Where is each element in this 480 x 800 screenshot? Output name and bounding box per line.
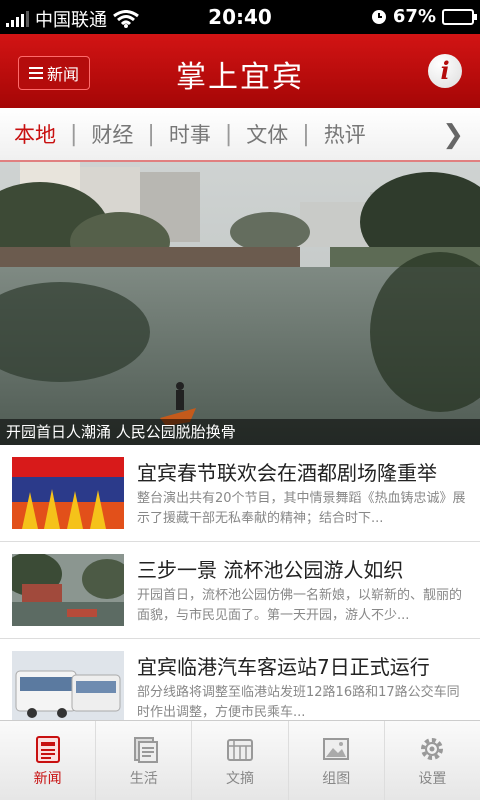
nav-news[interactable]: 新闻	[0, 721, 97, 800]
gear-icon	[421, 737, 444, 760]
tab-local[interactable]: 本地	[12, 119, 58, 149]
nav-settings[interactable]: 设置	[385, 721, 480, 800]
status-right: 67%	[371, 6, 477, 27]
news-item[interactable]: 三步一景 流杯池公园游人如织 开园首日，流杯池公园仿佛一名新娘，以崭新的、靓丽的…	[0, 542, 480, 639]
nav-label: 生活	[129, 770, 158, 787]
tab-separator: |	[147, 121, 155, 147]
tab-commentary[interactable]: 热评	[322, 119, 368, 149]
life-icon	[133, 736, 158, 763]
nav-life[interactable]: 生活	[96, 721, 193, 800]
news-summary: 整台演出共有20个节目，其中情景舞蹈《热血铸忠诚》展示了援藏干部无私奉献的精神；…	[137, 491, 466, 526]
nav-label: 新闻	[33, 770, 62, 787]
news-title: 宜宾临港汽车客运站7日正式运行	[137, 655, 430, 679]
hero-caption: 开园首日人潮涌 人民公园脱胎换骨	[0, 419, 480, 445]
info-icon[interactable]: i	[428, 54, 462, 88]
nav-label: 设置	[418, 770, 447, 787]
news-summary: 部分线路将调整至临港站发班12路16路和17路公交车同时作出调整，方便市民乘车.…	[137, 685, 460, 720]
news-thumbnail	[12, 457, 124, 529]
app-title: 掌上宜宾	[176, 60, 304, 95]
battery-icon	[442, 8, 477, 25]
nav-digest[interactable]: 文摘	[192, 721, 289, 800]
news-item[interactable]: 宜宾春节联欢会在酒都剧场隆重举 整台演出共有20个节目，其中情景舞蹈《热血铸忠诚…	[0, 445, 480, 542]
tab-current-affairs[interactable]: 时事	[167, 119, 213, 149]
hero-image	[0, 162, 480, 445]
app-header: 新闻 掌上宜宾 i	[0, 34, 480, 108]
alarm-lock-icon	[371, 9, 386, 24]
news-thumbnail	[12, 651, 124, 720]
chevron-right-icon[interactable]: ❯	[442, 120, 464, 150]
tab-separator: |	[302, 121, 310, 147]
battery-percent: 67%	[392, 6, 436, 27]
nav-label: 组图	[322, 770, 351, 787]
tab-separator: |	[70, 121, 78, 147]
news-summary: 开园首日，流杯池公园仿佛一名新娘，以崭新的、靓丽的面貌，与市民见面了。第一天开园…	[137, 588, 463, 623]
news-list: 宜宾春节联欢会在酒都剧场隆重举 整台演出共有20个节目，其中情景舞蹈《热血铸忠诚…	[0, 445, 480, 720]
category-tabs: 本地 | 财经 | 时事 | 文体 | 热评 ❯	[0, 108, 480, 162]
bottom-nav: 新闻 生活 文摘 组图 设置	[0, 720, 480, 800]
digest-icon	[227, 738, 253, 761]
news-title: 宜宾春节联欢会在酒都剧场隆重举	[137, 461, 437, 485]
tab-culture-sports[interactable]: 文体	[244, 119, 290, 149]
news-thumbnail	[12, 554, 124, 626]
status-bar: 中国联通 20:40 67%	[0, 0, 480, 34]
nav-label: 文摘	[226, 770, 254, 787]
news-item[interactable]: 宜宾临港汽车客运站7日正式运行 部分线路将调整至临港站发班12路16路和17路公…	[0, 639, 480, 720]
nav-gallery[interactable]: 组图	[289, 721, 385, 800]
tab-finance[interactable]: 财经	[89, 119, 135, 149]
hero-banner[interactable]: 开园首日人潮涌 人民公园脱胎换骨	[0, 162, 480, 445]
tab-separator: |	[224, 121, 233, 147]
newspaper-icon	[35, 735, 60, 763]
gallery-icon	[323, 737, 350, 760]
news-title: 三步一景 流杯池公园游人如织	[137, 558, 404, 582]
